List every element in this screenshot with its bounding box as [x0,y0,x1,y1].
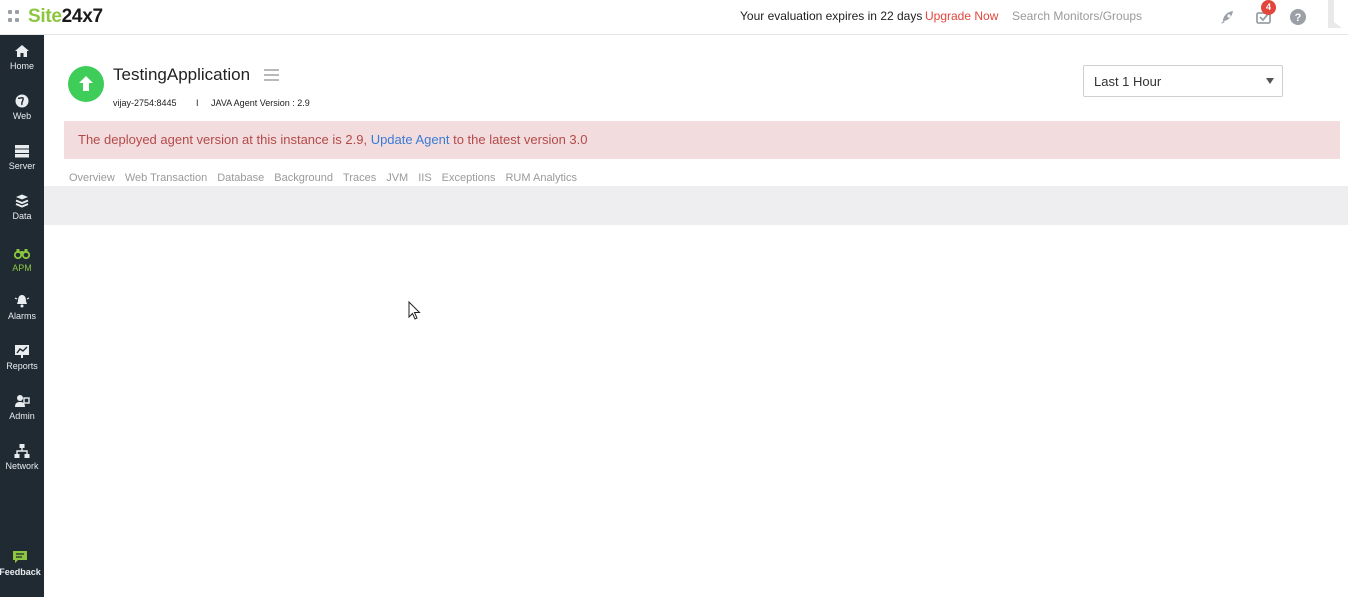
agent-update-alert: The deployed agent version at this insta… [64,121,1340,159]
header-separator: I [196,98,199,108]
sidebar-item-web[interactable]: Web [0,93,44,139]
home-icon [15,45,29,57]
upgrade-now-link[interactable]: Upgrade Now [925,9,998,23]
sidebar-item-reports[interactable]: Reports [0,343,44,389]
feedback-icon [13,551,27,563]
help-icon[interactable]: ? [1289,8,1307,26]
sidebar-item-data[interactable]: Data [0,193,44,239]
report-icon [15,345,29,358]
svg-text:?: ? [1295,12,1302,24]
rocket-icon[interactable] [1219,8,1237,26]
sidebar-item-home[interactable]: Home [0,43,44,89]
database-icon [15,194,29,208]
tab-rum-analytics[interactable]: RUM Analytics [505,172,577,186]
tab-traces[interactable]: Traces [343,172,376,186]
sidebar-item-label: Web [12,111,32,121]
sidebar-item-label: Alarms [7,311,36,321]
network-icon [14,444,30,458]
tab-iis[interactable]: IIS [418,172,431,186]
alert-message: The deployed agent version at this insta… [78,132,588,147]
sidebar-item-server[interactable]: Server [0,143,44,189]
bell-icon [14,295,30,308]
menu-icon[interactable] [264,69,279,81]
chevron-down-icon [1266,78,1274,84]
time-range-select[interactable]: Last 1 Hour [1083,65,1283,97]
logo-num-text: 24x7 [61,6,103,27]
sidebar-item-label: APM [12,263,32,273]
monitor-tabs: Overview Web Transaction Database Backgr… [69,172,577,186]
tab-web-transaction[interactable]: Web Transaction [125,172,207,186]
sidebar: Home Web Server Data APM Alarms Reports … [0,35,44,597]
arrow-up-icon [79,76,93,91]
sidebar-item-label: Admin [9,411,35,421]
tab-jvm[interactable]: JVM [386,172,408,186]
sidebar-item-alarms[interactable]: Alarms [0,293,44,339]
top-bar: Site24x7 Your evaluation expires in 22 d… [0,0,1348,35]
tab-overview[interactable]: Overview [69,172,115,186]
profile-corner-decoration [1328,0,1342,28]
search-monitors-input[interactable] [1005,5,1205,27]
sidebar-item-label: Server [8,161,36,171]
host-port-label: vijay-2754:8445 [113,98,177,108]
logo-site-text: Site [28,6,62,27]
tab-background[interactable]: Background [274,172,333,186]
globe-icon [15,94,29,108]
notification-badge: 4 [1261,0,1276,15]
admin-icon [15,395,30,407]
sidebar-item-label: Feedback [0,567,41,577]
sidebar-item-label: Network [5,461,39,471]
sidebar-item-apm[interactable]: APM [0,245,44,291]
sidebar-item-label: Data [12,211,32,221]
tab-database[interactable]: Database [217,172,264,186]
tab-exceptions[interactable]: Exceptions [442,172,496,186]
mouse-cursor-icon [408,301,421,320]
update-agent-link[interactable]: Update Agent [371,132,450,147]
content-toolbar-band [44,186,1348,225]
server-icon [15,145,29,158]
evaluation-notice: Your evaluation expires in 22 days [740,9,923,23]
sidebar-item-feedback[interactable]: Feedback [0,549,44,595]
alert-suffix: to the latest version 3.0 [449,132,588,147]
status-up-indicator [68,66,104,102]
apps-grid-icon[interactable] [8,10,20,22]
sidebar-item-label: Home [9,61,34,71]
sidebar-item-label: Reports [6,361,38,371]
sidebar-item-network[interactable]: Network [0,443,44,489]
binoculars-icon [14,249,30,260]
sidebar-item-admin[interactable]: Admin [0,393,44,439]
alert-prefix: The deployed agent version at this insta… [78,132,371,147]
agent-version-label: JAVA Agent Version : 2.9 [211,98,310,108]
time-range-value: Last 1 Hour [1094,74,1162,89]
site24x7-logo[interactable]: Site24x7 [28,6,103,28]
page-title: TestingApplication [113,65,251,84]
